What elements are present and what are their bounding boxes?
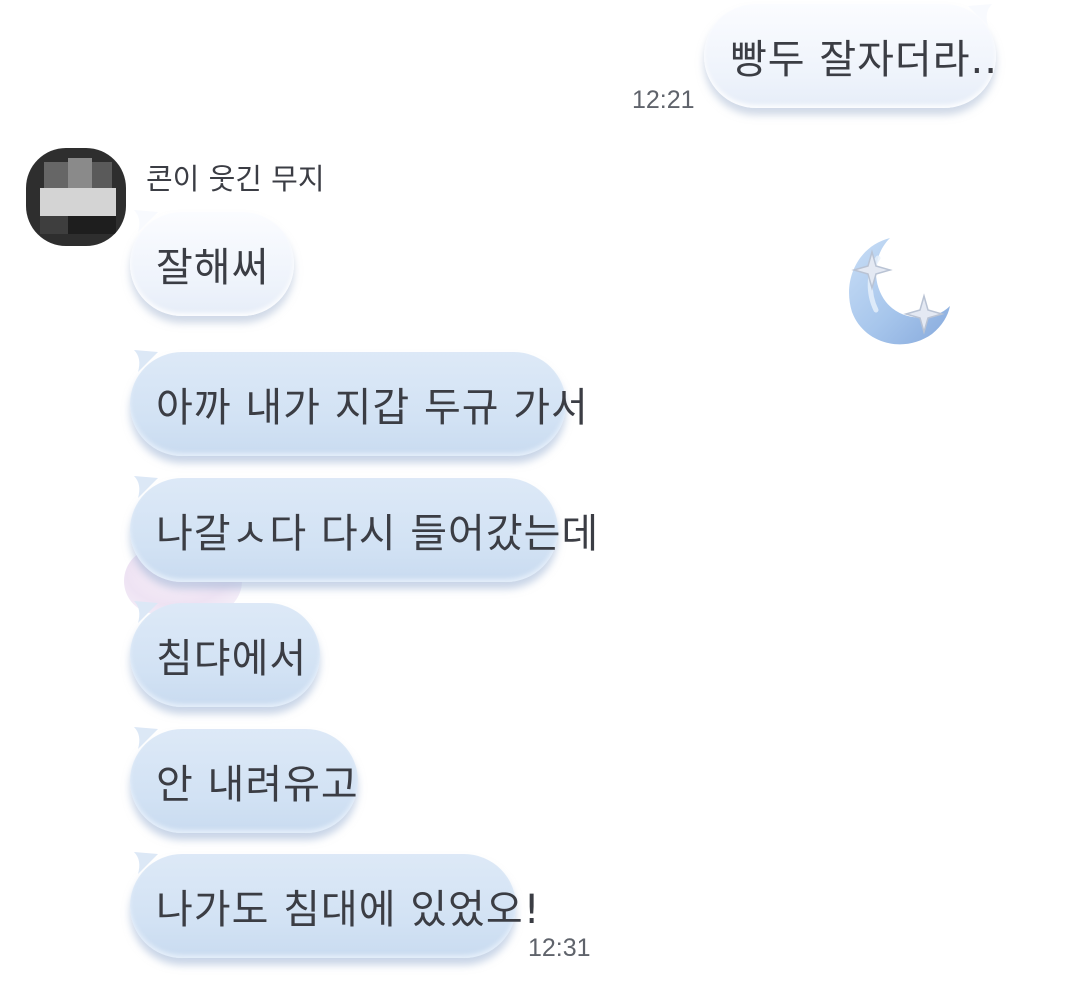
- incoming-message-text: 나가도 침대에 있었오!: [156, 887, 541, 933]
- incoming-bubble[interactable]: 아까 내가 지갑 두규 가서: [130, 352, 588, 456]
- incoming-message-text: 안 내려유고: [156, 762, 359, 808]
- incoming-bubble[interactable]: 잘해써: [130, 212, 294, 316]
- incoming-message-text: 아까 내가 지갑 두규 가서: [156, 385, 589, 431]
- moon-with-stars-icon: [849, 238, 950, 345]
- outgoing-bubble[interactable]: 빵두 잘자더라..: [704, 4, 998, 108]
- outgoing-timestamp: 12:21: [632, 86, 695, 114]
- sender-name: 콘이 웃긴 무지: [146, 162, 325, 196]
- incoming-message-text: 잘해써: [156, 245, 270, 291]
- incoming-bubble[interactable]: 안 내려유고: [130, 729, 358, 833]
- incoming-message-text: 침댜에서: [156, 636, 308, 682]
- sender-avatar[interactable]: [26, 148, 126, 246]
- incoming-message-text: 나갈ㅅ다 다시 들어갔는데: [156, 511, 600, 557]
- outgoing-message-text: 빵두 잘자더라..: [730, 37, 998, 83]
- incoming-bubble[interactable]: 침댜에서: [130, 603, 320, 707]
- incoming-timestamp: 12:31: [528, 934, 591, 962]
- incoming-bubble[interactable]: 나갈ㅅ다 다시 들어갔는데: [130, 478, 598, 582]
- incoming-bubble[interactable]: 나가도 침대에 있었오!: [130, 854, 540, 958]
